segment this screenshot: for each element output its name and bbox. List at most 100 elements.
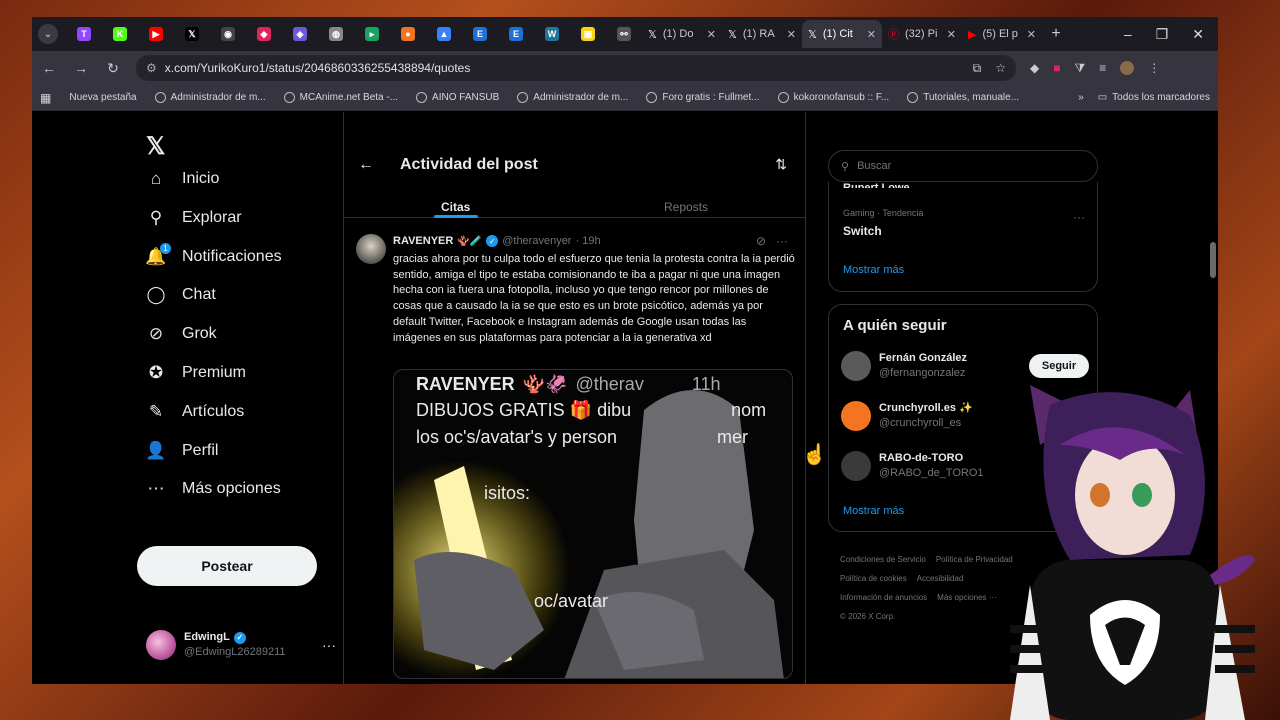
show-more-follow[interactable]: Mostrar más bbox=[843, 505, 904, 517]
pinned-tab[interactable]: ⚯ bbox=[606, 20, 642, 48]
tab[interactable]: 𝕏 (1) Do ✕ bbox=[642, 20, 722, 48]
tab-close-icon[interactable]: ✕ bbox=[947, 28, 956, 41]
tweet-handle[interactable]: @theravenyer bbox=[502, 235, 571, 247]
footer-link[interactable]: Accesibilidad bbox=[917, 574, 964, 583]
back-button[interactable]: ← bbox=[40, 60, 58, 76]
tab[interactable]: ⓟ (32) Pi ✕ bbox=[882, 20, 962, 48]
media-icon[interactable]: ≡ bbox=[1099, 61, 1106, 75]
scroll-thumb[interactable] bbox=[1210, 242, 1216, 278]
sidebar-item-más-opciones[interactable]: ⋯ Más opciones bbox=[146, 479, 281, 499]
close-window-button[interactable]: ✕ bbox=[1192, 26, 1204, 43]
extension-red-icon[interactable]: ■ bbox=[1053, 61, 1060, 75]
more-options-icon[interactable]: ··· bbox=[776, 234, 788, 248]
reload-button[interactable]: ↻ bbox=[104, 60, 122, 77]
pinned-tab[interactable]: E bbox=[462, 20, 498, 48]
trend-name[interactable]: Switch bbox=[843, 224, 882, 238]
footer-link[interactable]: Política de Privacidad bbox=[936, 555, 1013, 564]
extensions-puzzle-icon[interactable]: ⧩ bbox=[1074, 61, 1085, 76]
footer-link[interactable]: Información de anuncios bbox=[840, 593, 927, 602]
tab[interactable]: 𝕏 (1) RA ✕ bbox=[722, 20, 802, 48]
apps-grid-icon[interactable]: ▦ bbox=[40, 91, 51, 105]
account-more-icon[interactable]: ··· bbox=[322, 637, 336, 653]
sidebar-item-premium[interactable]: ✪ Premium bbox=[146, 363, 246, 383]
install-app-icon[interactable]: ⧉ bbox=[973, 61, 982, 76]
x-logo-icon[interactable]: 𝕏 bbox=[146, 132, 165, 161]
bookmark-item[interactable]: MCAnime.net Beta -... bbox=[283, 92, 398, 103]
tab[interactable]: ▶ (5) El p ✕ bbox=[962, 20, 1042, 48]
pinned-tab[interactable]: ▲ bbox=[426, 20, 462, 48]
tab[interactable]: 𝕏 (1) Cit ✕ bbox=[802, 20, 882, 48]
post-button[interactable]: Postear bbox=[137, 546, 317, 586]
sidebar-item-grok[interactable]: ⊘ Grok bbox=[146, 324, 217, 344]
pinned-tab[interactable]: 𝕏 bbox=[174, 20, 210, 48]
sidebar-item-notificaciones[interactable]: 🔔 1 Notificaciones bbox=[145, 242, 282, 267]
tab-reposts[interactable]: Reposts bbox=[664, 200, 708, 214]
extension-icon[interactable]: ◆ bbox=[1030, 61, 1039, 75]
follow-handle[interactable]: @RABO_de_TORO1 bbox=[879, 466, 984, 481]
follow-handle[interactable]: @crunchyroll_es bbox=[879, 416, 973, 431]
tab-close-icon[interactable]: ✕ bbox=[787, 28, 796, 41]
site-info-icon[interactable]: ⚙ bbox=[146, 61, 157, 75]
tab-close-icon[interactable]: ✕ bbox=[707, 28, 716, 41]
address-bar[interactable]: ⚙ x.com/YurikoKuro1/status/2046860336255… bbox=[136, 55, 1016, 81]
pinned-tab[interactable]: ◉ bbox=[210, 20, 246, 48]
sidebar-item-artículos[interactable]: ✎ Artículos bbox=[146, 402, 244, 422]
bookmark-item[interactable]: Tutoriales, manuale... bbox=[907, 92, 1019, 103]
pinned-tab[interactable]: ◈ bbox=[282, 20, 318, 48]
tab-close-icon[interactable]: ✕ bbox=[867, 28, 876, 41]
sidebar-item-explorar[interactable]: ⚲ Explorar bbox=[146, 208, 242, 228]
new-tab-button[interactable]: + bbox=[1042, 25, 1070, 43]
maximize-button[interactable]: ❐ bbox=[1156, 26, 1169, 43]
back-arrow-icon[interactable]: ← bbox=[358, 156, 374, 174]
bookmark-item[interactable]: Administrador de m... bbox=[517, 92, 628, 103]
follow-name[interactable]: RABO-de-TORO bbox=[879, 451, 984, 466]
minimize-button[interactable]: – bbox=[1124, 26, 1132, 43]
menu-icon[interactable]: ⋮ bbox=[1148, 61, 1160, 75]
follow-name[interactable]: Fernán González bbox=[879, 351, 967, 366]
tweet-author-name[interactable]: RAVENYER bbox=[393, 235, 453, 247]
pinned-tab[interactable]: E bbox=[498, 20, 534, 48]
grok-icon[interactable]: ⊘ bbox=[756, 234, 766, 248]
avatar[interactable] bbox=[841, 451, 871, 481]
footer-link[interactable]: Más opciones ··· bbox=[937, 593, 997, 602]
bookmark-item[interactable]: Foro gratis : Fullmet... bbox=[646, 92, 760, 103]
pinned-tab[interactable]: ◆ bbox=[246, 20, 282, 48]
follow-button[interactable]: Seguir bbox=[1029, 354, 1089, 378]
profile-avatar-icon[interactable] bbox=[1120, 61, 1135, 75]
pinned-tab[interactable]: W bbox=[534, 20, 570, 48]
show-more-trends[interactable]: Mostrar más bbox=[843, 264, 904, 276]
pinned-tab[interactable]: K bbox=[102, 20, 138, 48]
tab-search-button[interactable]: ⌄ bbox=[38, 24, 58, 44]
pinned-tab[interactable]: ▸ bbox=[354, 20, 390, 48]
follow-suggestion[interactable]: Fernán González @fernangonzalez Seguir bbox=[841, 351, 1089, 381]
bookmarks-more-icon[interactable]: » bbox=[1078, 92, 1084, 103]
footer-link[interactable]: Condiciones de Servicio bbox=[840, 555, 926, 564]
bookmark-item[interactable]: kokoronofansub :: F... bbox=[777, 92, 889, 103]
bookmark-item[interactable]: Nueva pestaña bbox=[69, 92, 136, 103]
tweet[interactable]: RAVENYER 🪸🧪 ✓ @theravenyer · 19h ⊘ ··· g… bbox=[344, 218, 805, 679]
sidebar-item-perfil[interactable]: 👤 Perfil bbox=[145, 441, 218, 461]
search-input[interactable]: ⚲ Buscar bbox=[828, 150, 1098, 182]
avatar[interactable] bbox=[841, 401, 871, 431]
pinned-tab[interactable]: ◍ bbox=[318, 20, 354, 48]
bookmark-star-icon[interactable]: ☆ bbox=[995, 61, 1006, 76]
sidebar-item-chat[interactable]: ◯ Chat bbox=[146, 285, 215, 305]
avatar[interactable] bbox=[841, 351, 871, 381]
pinned-tab[interactable]: ▶ bbox=[138, 20, 174, 48]
tweet-avatar[interactable] bbox=[356, 234, 386, 264]
tweet-time[interactable]: · 19h bbox=[575, 235, 600, 247]
bookmark-item[interactable]: AINO FANSUB bbox=[416, 92, 499, 103]
tab-quotes[interactable]: Citas bbox=[441, 200, 470, 214]
trend-cut[interactable]: Rupert Lowe bbox=[843, 182, 910, 188]
footer-link[interactable]: Política de cookies bbox=[840, 574, 907, 583]
bookmark-item[interactable]: Administrador de m... bbox=[154, 92, 266, 103]
filter-icon[interactable]: ⇅ bbox=[775, 156, 787, 173]
pinned-tab[interactable]: ▣ bbox=[570, 20, 606, 48]
follow-name[interactable]: Crunchyroll.es ✨ bbox=[879, 401, 973, 416]
tab-close-icon[interactable]: ✕ bbox=[1027, 28, 1036, 41]
quoted-media[interactable]: RAVENYER 🪸🦑 @therav 11h DIBUJOS GRATIS 🎁… bbox=[393, 369, 793, 679]
pinned-tab[interactable]: ● bbox=[390, 20, 426, 48]
forward-button[interactable]: → bbox=[72, 60, 90, 76]
sidebar-item-inicio[interactable]: ⌂ Inicio bbox=[146, 169, 220, 189]
pinned-tab[interactable]: T bbox=[66, 20, 102, 48]
